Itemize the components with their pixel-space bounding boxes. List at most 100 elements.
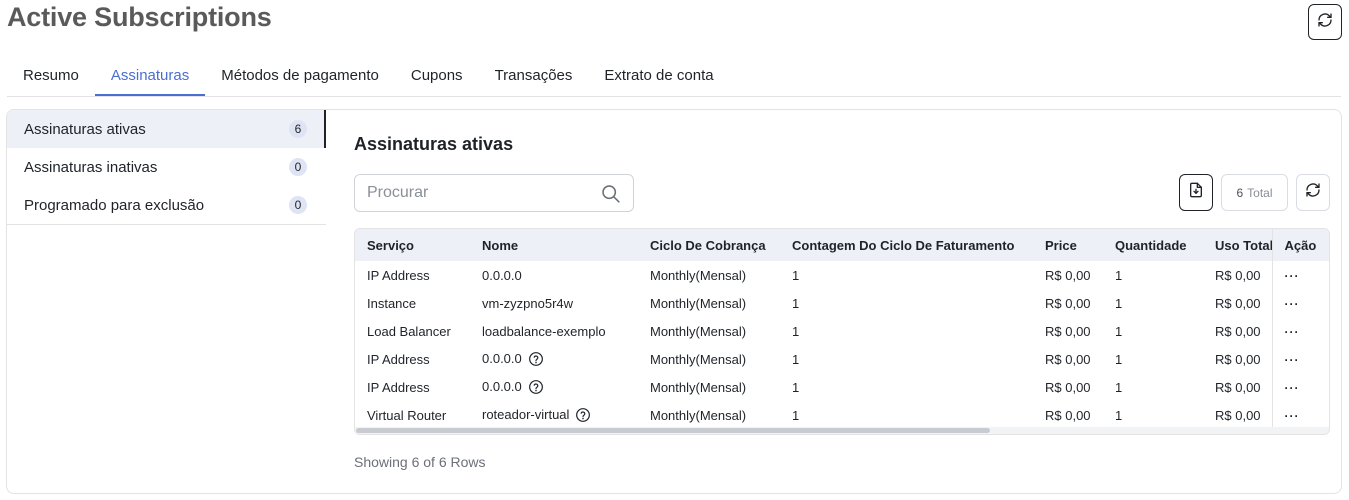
cell-quantidade: 1	[1115, 379, 1123, 395]
table-row: Instance vm-zyzpno5r4w Monthly(Mensal) 1…	[355, 289, 1329, 317]
cell-servico: Virtual Router	[367, 407, 447, 423]
more-horizontal-icon[interactable]: ···	[1285, 409, 1300, 423]
horizontal-scrollbar[interactable]	[355, 427, 1329, 434]
sidebar-item-programado-para-exclusao[interactable]: Programado para exclusão 0	[7, 186, 326, 224]
search-icon[interactable]	[600, 183, 621, 209]
file-download-icon	[1188, 181, 1204, 204]
cell-uso-total: R$ 0,00	[1215, 267, 1261, 283]
page-refresh-button[interactable]	[1308, 4, 1342, 40]
table-row: IP Address 0.0.0.0 Monthly(Mensal) 1 R$ …	[355, 261, 1329, 289]
cell-uso-total: R$ 0,00	[1215, 295, 1261, 311]
cell-contagem: 1	[792, 295, 800, 311]
table-row: Load Balancer loadbalance-exemplo Monthl…	[355, 317, 1329, 345]
cell-nome: loadbalance-exemplo	[470, 317, 638, 345]
cell-quantidade: 1	[1115, 323, 1123, 339]
cell-ciclo: Monthly(Mensal)	[650, 323, 747, 339]
rows-summary: Showing 6 of 6 Rows	[354, 454, 486, 470]
help-circle-icon[interactable]	[575, 407, 591, 423]
cell-ciclo: Monthly(Mensal)	[650, 267, 747, 283]
column-header-price[interactable]: Price	[1033, 229, 1103, 261]
cell-uso-total: R$ 0,00	[1215, 379, 1261, 395]
export-button[interactable]	[1179, 174, 1213, 211]
page-title: Active Subscriptions	[7, 2, 272, 32]
column-header-quantidade[interactable]: Quantidade	[1103, 229, 1203, 261]
count-badge: 6	[289, 120, 307, 138]
total-count-box: 6 Total	[1221, 174, 1288, 211]
cell-quantidade: 1	[1115, 267, 1123, 283]
table-row: IP Address 0.0.0.0 Monthly(Mensal) 1 R$ …	[355, 373, 1329, 401]
help-circle-icon[interactable]	[528, 351, 544, 367]
subscription-filter-sidebar: Assinaturas ativas 6 Assinaturas inativa…	[7, 110, 326, 225]
more-horizontal-icon[interactable]: ···	[1285, 325, 1300, 339]
cell-nome: 0.0.0.0	[470, 345, 638, 373]
cell-nome-text: 0.0.0.0	[482, 267, 522, 283]
table-header-row: Serviço Nome Ciclo De Cobrança Contagem …	[355, 229, 1329, 261]
cell-price: R$ 0,00	[1045, 323, 1091, 339]
cell-nome: roteador-virtual	[470, 401, 638, 429]
cell-nome-text: 0.0.0.0	[482, 350, 522, 366]
more-horizontal-icon[interactable]: ···	[1285, 297, 1300, 311]
cell-servico: IP Address	[367, 267, 430, 283]
cell-contagem: 1	[792, 407, 800, 423]
cell-price: R$ 0,00	[1045, 295, 1091, 311]
cell-ciclo: Monthly(Mensal)	[650, 351, 747, 367]
cell-nome-text: 0.0.0.0	[482, 378, 522, 394]
search-input[interactable]	[367, 184, 587, 202]
count-badge: 0	[289, 196, 307, 214]
tab-resumo[interactable]: Resumo	[7, 56, 95, 96]
table-row: IP Address 0.0.0.0 Monthly(Mensal) 1 R$ …	[355, 345, 1329, 373]
column-header-acao: Ação	[1271, 229, 1329, 261]
sidebar-item-label: Assinaturas inativas	[24, 158, 158, 176]
cell-ciclo: Monthly(Mensal)	[650, 379, 747, 395]
refresh-icon	[1305, 182, 1321, 203]
column-header-servico[interactable]: Serviço	[355, 229, 470, 261]
cell-acao: ···	[1271, 345, 1329, 373]
cell-quantidade: 1	[1115, 407, 1123, 423]
subscriptions-panel: Assinaturas ativas 6 Assinaturas inativa…	[6, 109, 1342, 494]
more-horizontal-icon[interactable]: ···	[1285, 269, 1300, 283]
cell-nome: vm-zyzpno5r4w	[470, 289, 638, 317]
sidebar-item-label: Assinaturas ativas	[24, 120, 146, 138]
cell-acao: ···	[1271, 289, 1329, 317]
sidebar-item-label: Programado para exclusão	[24, 196, 205, 214]
tab-assinaturas[interactable]: Assinaturas	[94, 56, 206, 96]
tab-cupons[interactable]: Cupons	[395, 56, 479, 96]
cell-price: R$ 0,00	[1045, 379, 1091, 395]
total-count: 6	[1236, 185, 1244, 200]
column-header-uso-total[interactable]: Uso Total	[1203, 229, 1272, 261]
cell-price: R$ 0,00	[1045, 267, 1091, 283]
scrollbar-thumb[interactable]	[356, 428, 990, 433]
tab-metodos-de-pagamento[interactable]: Métodos de pagamento	[205, 56, 395, 96]
cell-contagem: 1	[792, 267, 800, 283]
sidebar-item-assinaturas-inativas[interactable]: Assinaturas inativas 0	[7, 148, 326, 186]
table-refresh-button[interactable]	[1296, 174, 1330, 211]
cell-nome-text: vm-zyzpno5r4w	[482, 295, 574, 311]
subscriptions-table: Serviço Nome Ciclo De Cobrança Contagem …	[354, 228, 1330, 435]
cell-nome-text: roteador-virtual	[482, 406, 570, 422]
cell-acao: ···	[1271, 373, 1329, 401]
cell-uso-total: R$ 0,00	[1215, 323, 1261, 339]
column-header-nome[interactable]: Nome	[470, 229, 638, 261]
more-horizontal-icon[interactable]: ···	[1285, 381, 1300, 395]
cell-price: R$ 0,00	[1045, 407, 1091, 423]
column-header-ciclo[interactable]: Ciclo De Cobrança	[638, 229, 780, 261]
cell-ciclo: Monthly(Mensal)	[650, 295, 747, 311]
more-horizontal-icon[interactable]: ···	[1285, 353, 1300, 367]
cell-nome: 0.0.0.0	[470, 261, 638, 289]
cell-nome-text: loadbalance-exemplo	[482, 323, 606, 339]
cell-servico: IP Address	[367, 351, 430, 367]
help-circle-icon[interactable]	[528, 379, 544, 395]
cell-acao: ···	[1271, 401, 1329, 429]
tab-extrato-de-conta[interactable]: Extrato de conta	[588, 56, 729, 96]
sidebar-item-assinaturas-ativas[interactable]: Assinaturas ativas 6	[7, 110, 326, 148]
cell-price: R$ 0,00	[1045, 351, 1091, 367]
cell-acao: ···	[1271, 317, 1329, 345]
cell-quantidade: 1	[1115, 295, 1123, 311]
search-box	[354, 174, 634, 212]
tab-transacoes[interactable]: Transações	[479, 56, 589, 96]
table-row: Virtual Router roteador-virtual Monthly(…	[355, 401, 1329, 429]
cell-uso-total: R$ 0,00	[1215, 351, 1261, 367]
column-header-contagem[interactable]: Contagem Do Ciclo De Faturamento	[780, 229, 1033, 261]
cell-ciclo: Monthly(Mensal)	[650, 407, 747, 423]
cell-contagem: 1	[792, 323, 800, 339]
